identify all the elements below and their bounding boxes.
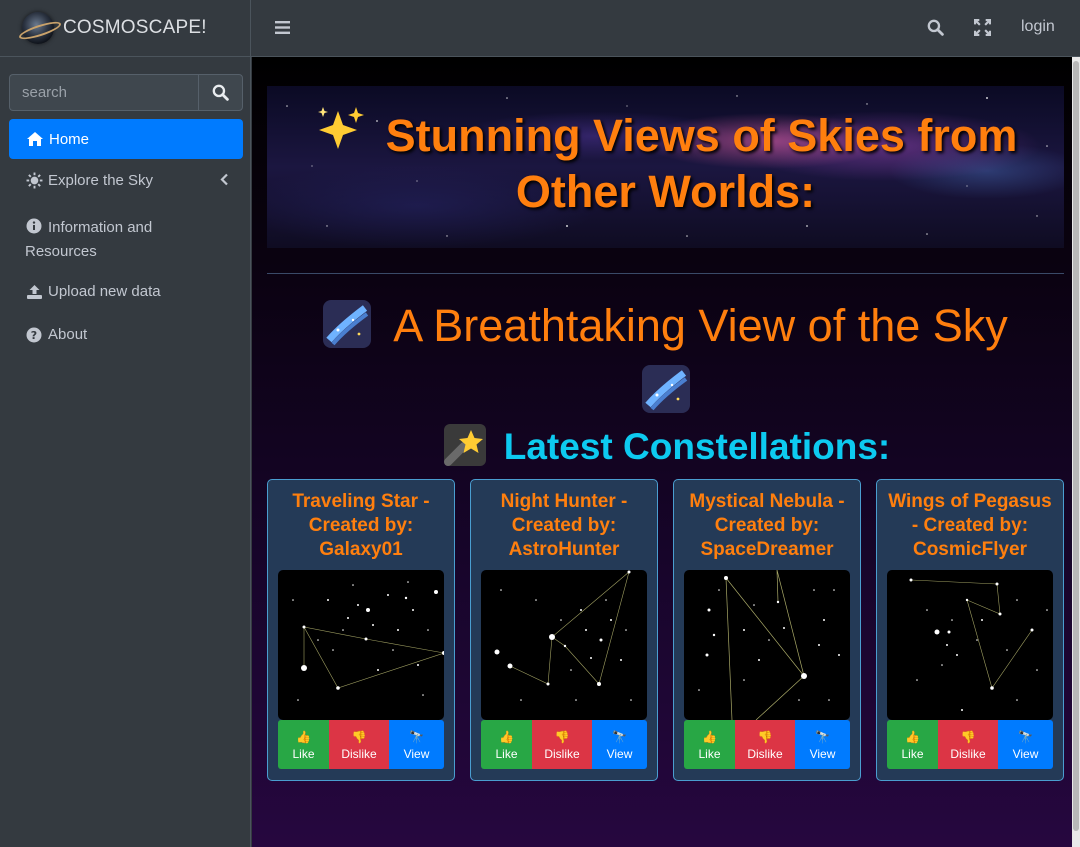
sidebar-item-label: Information and Resources: [25, 219, 153, 260]
sidebar-nav: Home Explore the Sky Information and Res…: [9, 119, 243, 356]
card-title: Mystical Nebula - Created by: SpaceDream…: [689, 491, 845, 560]
search-input[interactable]: [9, 74, 198, 111]
dislike-label: Dislike: [341, 746, 377, 761]
like-label: Like: [495, 746, 518, 761]
dislike-button[interactable]: 👎 Dislike: [735, 720, 795, 769]
svg-text:?: ?: [31, 329, 37, 342]
thumbs-up-icon: 👍: [905, 729, 920, 744]
view-button[interactable]: 🔭 View: [592, 720, 647, 769]
dislike-button[interactable]: 👎 Dislike: [532, 720, 592, 769]
sidebar-item-label: Home: [49, 130, 90, 148]
sidebar: COSMOSCAPE! Home: [0, 0, 251, 847]
constellation-card: Night Hunter - Created by: AstroHunter 👍…: [470, 479, 658, 781]
view-label: View: [809, 746, 836, 761]
view-button[interactable]: 🔭 View: [998, 720, 1053, 769]
sidebar-item-label: Upload new data: [48, 283, 161, 300]
like-button[interactable]: 👍 Like: [887, 720, 938, 769]
sidebar-item-information[interactable]: Information and Resources: [9, 202, 243, 270]
thumbs-down-icon: 👎: [757, 729, 773, 744]
like-button[interactable]: 👍 Like: [684, 720, 735, 769]
like-button[interactable]: 👍 Like: [481, 720, 532, 769]
constellation-card: Traveling Star - Created by: Galaxy01 👍 L…: [267, 479, 455, 781]
sidebar-search: [9, 74, 243, 111]
shooting-star-icon: [443, 424, 486, 467]
scrollbar-thumb[interactable]: [1073, 61, 1079, 831]
like-label: Like: [901, 746, 924, 761]
question-icon: ?: [25, 326, 43, 344]
thumbs-up-icon: 👍: [702, 729, 717, 744]
constellation-image[interactable]: [887, 570, 1053, 720]
divider: [267, 273, 1064, 274]
dislike-button[interactable]: 👎 Dislike: [938, 720, 998, 769]
sidebar-item-label: Explore the Sky: [48, 172, 154, 189]
card-actions: 👍 Like 👎 Dislike 🔭 View: [278, 720, 444, 769]
view-button[interactable]: 🔭 View: [389, 720, 444, 769]
brand-link[interactable]: COSMOSCAPE!: [0, 0, 250, 57]
sidebar-item-home[interactable]: Home: [9, 119, 243, 159]
latest-constellations-heading: Latest Constellations:: [252, 422, 1072, 472]
navbar-search-icon[interactable]: [927, 19, 944, 40]
page-subtitle: A Breathtaking View of the Sky: [267, 297, 1064, 414]
telescope-icon: 🔭: [409, 729, 424, 744]
brand-name: COSMOSCAPE!: [63, 17, 207, 38]
top-navbar: login: [251, 0, 1080, 57]
milky-way-icon: [323, 300, 372, 349]
sidebar-item-label: About: [48, 326, 88, 343]
milky-way-icon: [641, 365, 690, 414]
constellation-image[interactable]: [278, 570, 444, 720]
subtitle-text: A Breathtaking View of the Sky: [393, 300, 1008, 351]
like-label: Like: [292, 746, 315, 761]
login-link[interactable]: login: [1021, 18, 1055, 36]
dislike-label: Dislike: [544, 746, 580, 761]
telescope-icon: 🔭: [612, 729, 627, 744]
thumbs-up-icon: 👍: [499, 729, 514, 744]
planet-logo-icon: [22, 12, 54, 44]
view-label: View: [606, 746, 633, 761]
vertical-scrollbar[interactable]: [1072, 57, 1080, 847]
card-actions: 👍 Like 👎 Dislike 🔭 View: [481, 720, 647, 769]
main-content: Stunning Views of Skies from Other World…: [252, 57, 1072, 847]
like-label: Like: [698, 746, 721, 761]
thumbs-up-icon: 👍: [296, 729, 311, 744]
card-actions: 👍 Like 👎 Dislike 🔭 View: [684, 720, 850, 769]
like-button[interactable]: 👍 Like: [278, 720, 329, 769]
constellation-image[interactable]: [684, 570, 850, 720]
dislike-button[interactable]: 👎 Dislike: [329, 720, 389, 769]
view-button[interactable]: 🔭 View: [795, 720, 850, 769]
latest-heading-text: Latest Constellations:: [503, 426, 891, 467]
telescope-icon: 🔭: [815, 729, 830, 744]
sun-gear-icon: [25, 172, 43, 190]
thumbs-down-icon: 👎: [960, 729, 976, 744]
banner-title-text: Stunning Views of Skies from Other World…: [385, 110, 1018, 217]
upload-icon: [25, 283, 43, 301]
card-actions: 👍 Like 👎 Dislike 🔭 View: [887, 720, 1053, 769]
thumbs-down-icon: 👎: [554, 729, 570, 744]
constellation-card: Wings of Pegasus - Created by: CosmicFly…: [876, 479, 1064, 781]
card-title: Traveling Star - Created by: Galaxy01: [292, 491, 430, 560]
info-icon: [25, 217, 43, 235]
sparkles-icon: [314, 105, 366, 164]
view-label: View: [403, 746, 430, 761]
dislike-label: Dislike: [747, 746, 783, 761]
sidebar-item-explore[interactable]: Explore the Sky: [9, 159, 243, 202]
telescope-icon: 🔭: [1018, 729, 1033, 744]
home-icon: [26, 130, 44, 148]
header-banner: Stunning Views of Skies from Other World…: [267, 86, 1064, 248]
chevron-left-icon: [220, 173, 229, 190]
sidebar-item-upload[interactable]: Upload new data: [9, 270, 243, 313]
thumbs-down-icon: 👎: [351, 729, 367, 744]
card-title: Night Hunter - Created by: AstroHunter: [500, 491, 628, 560]
card-title: Wings of Pegasus - Created by: CosmicFly…: [888, 491, 1052, 560]
search-button[interactable]: [198, 74, 243, 111]
fullscreen-expand-icon[interactable]: [974, 19, 991, 40]
banner-title: Stunning Views of Skies from Other World…: [267, 105, 1064, 220]
search-icon: [212, 84, 229, 101]
sidebar-item-about[interactable]: ? About: [9, 313, 243, 356]
dislike-label: Dislike: [950, 746, 986, 761]
constellation-image[interactable]: [481, 570, 647, 720]
view-label: View: [1012, 746, 1039, 761]
menu-toggle-icon[interactable]: [275, 20, 290, 39]
constellation-card: Mystical Nebula - Created by: SpaceDream…: [673, 479, 861, 781]
